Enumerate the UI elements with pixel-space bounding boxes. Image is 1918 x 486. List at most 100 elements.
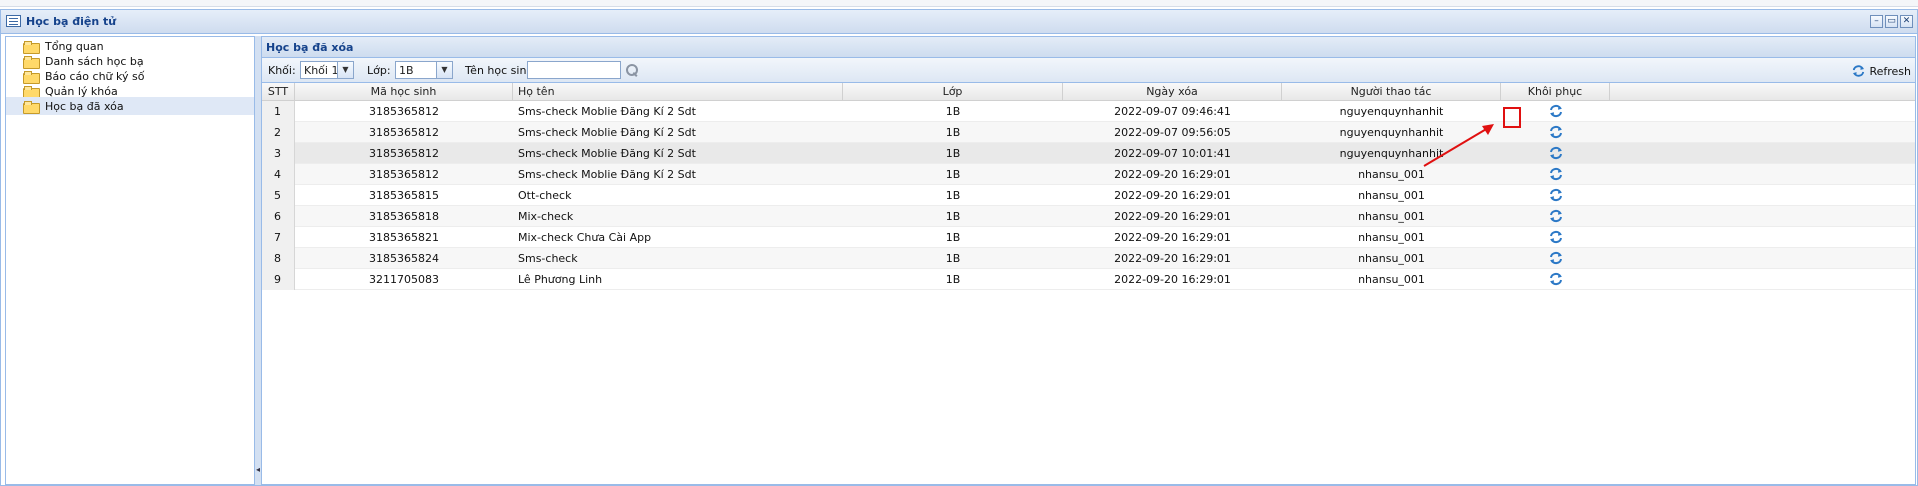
cell-stt: 4 xyxy=(262,164,295,185)
deleted-records-panel: Học bạ đã xóa Khối: Khối 1 ▼ Lớp: 1B ▼ T… xyxy=(261,36,1916,485)
cell-ma-hoc-sinh: 3185365812 xyxy=(369,168,439,181)
cell-ngay-xoa: 2022-09-20 16:29:01 xyxy=(1114,231,1231,244)
cell-ngay-xoa: 2022-09-20 16:29:01 xyxy=(1114,210,1231,223)
table-row[interactable]: 4 3185365812 Sms-check Moblie Đăng Kí 2 Sd… xyxy=(262,164,1915,185)
cell-lop: 1B xyxy=(945,231,961,244)
restore-icon[interactable] xyxy=(1548,167,1564,181)
refresh-button[interactable]: Refresh xyxy=(1851,62,1911,80)
cell-ngay-xoa: 2022-09-07 10:01:41 xyxy=(1114,147,1231,160)
cell-ho-ten: Sms-check Moblie Đăng Kí 2 Sdt xyxy=(518,126,696,139)
cell-ma-hoc-sinh: 3185365824 xyxy=(369,252,439,265)
filter-toolbar: Khối: Khối 1 ▼ Lớp: 1B ▼ Tên học sinh: R… xyxy=(262,58,1915,83)
restore-icon[interactable] xyxy=(1548,188,1564,202)
folder-icon xyxy=(23,55,40,69)
table-row[interactable]: 2 3185365812 Sms-check Moblie Đăng Kí 2 Sd… xyxy=(262,122,1915,143)
cell-nguoi-thao-tac: nhansu_001 xyxy=(1358,189,1425,202)
search-icon[interactable] xyxy=(625,63,639,77)
khoi-select[interactable]: Khối 1 ▼ xyxy=(300,61,354,79)
cell-ho-ten: Ott-check xyxy=(518,189,572,202)
cell-lop: 1B xyxy=(945,168,961,181)
close-icon[interactable]: ✕ xyxy=(1900,15,1913,28)
table-row[interactable]: 1 3185365812 Sms-check Moblie Đăng Kí 2 Sd… xyxy=(262,101,1915,122)
cell-nguoi-thao-tac: nhansu_001 xyxy=(1358,273,1425,286)
restore-icon[interactable] xyxy=(1548,272,1564,286)
chevron-down-icon[interactable]: ▼ xyxy=(436,62,452,78)
cell-lop: 1B xyxy=(945,105,961,118)
table-row[interactable]: 6 3185365818 Mix-check 1B 2022-09-20 16:29:0… xyxy=(262,206,1915,227)
restore-icon[interactable] xyxy=(1548,209,1564,223)
cell-ma-hoc-sinh: 3185365812 xyxy=(369,126,439,139)
cell-ma-hoc-sinh: 3185365815 xyxy=(369,189,439,202)
folder-icon xyxy=(23,70,40,84)
column-header-stt[interactable]: STT xyxy=(262,83,295,101)
window-title: Học bạ điện tử xyxy=(26,15,117,28)
cell-ma-hoc-sinh: 3185365818 xyxy=(369,210,439,223)
app-window: Học bạ điện tử – ▭ ✕ Tổng quan Danh sách… xyxy=(0,9,1918,486)
panel-header: Học bạ đã xóa xyxy=(262,37,1915,58)
cell-stt: 1 xyxy=(262,101,295,122)
cell-ho-ten: Lê Phương Linh xyxy=(518,273,603,286)
table-row[interactable]: 5 3185365815 Ott-check 1B 2022-09-20 16:29:0… xyxy=(262,185,1915,206)
table-row[interactable]: 3 3185365812 Sms-check Moblie Đăng Kí 2 Sd… xyxy=(262,143,1915,164)
chevron-down-icon[interactable]: ▼ xyxy=(337,62,353,78)
cell-stt: 2 xyxy=(262,122,295,143)
restore-icon[interactable] xyxy=(1548,230,1564,244)
column-header-ho-ten[interactable]: Họ tên xyxy=(513,83,843,101)
panel-title: Học bạ đã xóa xyxy=(266,41,354,54)
sidebar-item-label: Tổng quan xyxy=(45,39,104,53)
restore-icon[interactable] xyxy=(1548,125,1564,139)
table-row[interactable]: 8 3185365824 Sms-check 1B 2022-09-20 16:29:0… xyxy=(262,248,1915,269)
cell-ma-hoc-sinh: 3185365812 xyxy=(369,147,439,160)
khoi-select-value: Khối 1 xyxy=(304,64,339,77)
cell-stt: 8 xyxy=(262,248,295,269)
column-header-lop[interactable]: Lớp xyxy=(843,83,1063,101)
lop-label: Lớp: xyxy=(367,64,391,77)
ten-hoc-sinh-input[interactable] xyxy=(527,61,621,79)
cell-ho-ten: Sms-check Moblie Đăng Kí 2 Sdt xyxy=(518,147,696,160)
table-row[interactable]: 9 3211705083 Lê Phương Linh 1B 2022-09-20 16… xyxy=(262,269,1915,290)
restore-icon[interactable] xyxy=(1548,146,1564,160)
cell-lop: 1B xyxy=(945,147,961,160)
sidebar-tree: Tổng quan Danh sách học bạ Báo cáo chữ k… xyxy=(5,36,255,485)
arrow-annotation xyxy=(1423,124,1494,167)
lop-select-value: 1B xyxy=(399,64,414,77)
refresh-icon xyxy=(1853,65,1865,77)
window-header: Học bạ điện tử – ▭ ✕ xyxy=(1,10,1917,34)
cell-ngay-xoa: 2022-09-20 16:29:01 xyxy=(1114,168,1231,181)
cell-ngay-xoa: 2022-09-20 16:29:01 xyxy=(1114,252,1231,265)
cell-lop: 1B xyxy=(945,126,961,139)
minimize-icon[interactable]: – xyxy=(1870,15,1883,28)
restore-icon[interactable] xyxy=(1548,104,1564,118)
cell-stt: 9 xyxy=(262,269,295,290)
cell-ngay-xoa: 2022-09-07 09:56:05 xyxy=(1114,126,1231,139)
sidebar-item-hoc-ba-da-xoa[interactable]: Học bạ đã xóa xyxy=(6,97,254,115)
cell-ma-hoc-sinh: 3185365821 xyxy=(369,231,439,244)
sidebar-item-label: Danh sách học bạ xyxy=(45,54,144,68)
column-header-ngay-xoa[interactable]: Ngày xóa xyxy=(1063,83,1282,101)
cell-stt: 6 xyxy=(262,206,295,227)
cell-ho-ten: Mix-check xyxy=(518,210,574,223)
sidebar-item-label: Quản lý khóa xyxy=(45,84,118,98)
sidebar-item-label: Học bạ đã xóa xyxy=(45,99,124,113)
cell-lop: 1B xyxy=(945,273,961,286)
column-header-ma-hoc-sinh[interactable]: Mã học sinh xyxy=(295,83,513,101)
cell-ho-ten: Sms-check Moblie Đăng Kí 2 Sdt xyxy=(518,168,696,181)
collapse-arrow-icon[interactable]: ◂ xyxy=(256,465,260,474)
cell-nguoi-thao-tac: nhansu_001 xyxy=(1358,210,1425,223)
refresh-label: Refresh xyxy=(1869,64,1911,78)
cell-ngay-xoa: 2022-09-07 09:46:41 xyxy=(1114,105,1231,118)
cell-stt: 3 xyxy=(262,143,295,164)
cell-ho-ten: Mix-check Chưa Cài App xyxy=(518,231,652,244)
folder-icon xyxy=(23,40,40,54)
restore-icon[interactable] xyxy=(1548,251,1564,265)
sidebar-item-label: Báo cáo chữ ký số xyxy=(45,69,145,83)
column-header-nguoi-thao-tac[interactable]: Người thao tác xyxy=(1282,83,1501,101)
cell-ngay-xoa: 2022-09-20 16:29:01 xyxy=(1114,189,1231,202)
column-header-khoi-phuc[interactable]: Khôi phục xyxy=(1501,83,1610,101)
lop-select[interactable]: 1B ▼ xyxy=(395,61,453,79)
khoi-label: Khối: xyxy=(268,64,296,77)
grid-header: STT Mã học sinh Họ tên Lớp Ngày xóa Ngườ… xyxy=(262,83,1915,101)
table-row[interactable]: 7 3185365821 Mix-check Chưa Cài App 1B 2022-… xyxy=(262,227,1915,248)
restore-window-icon[interactable]: ▭ xyxy=(1885,15,1898,28)
cell-lop: 1B xyxy=(945,189,961,202)
